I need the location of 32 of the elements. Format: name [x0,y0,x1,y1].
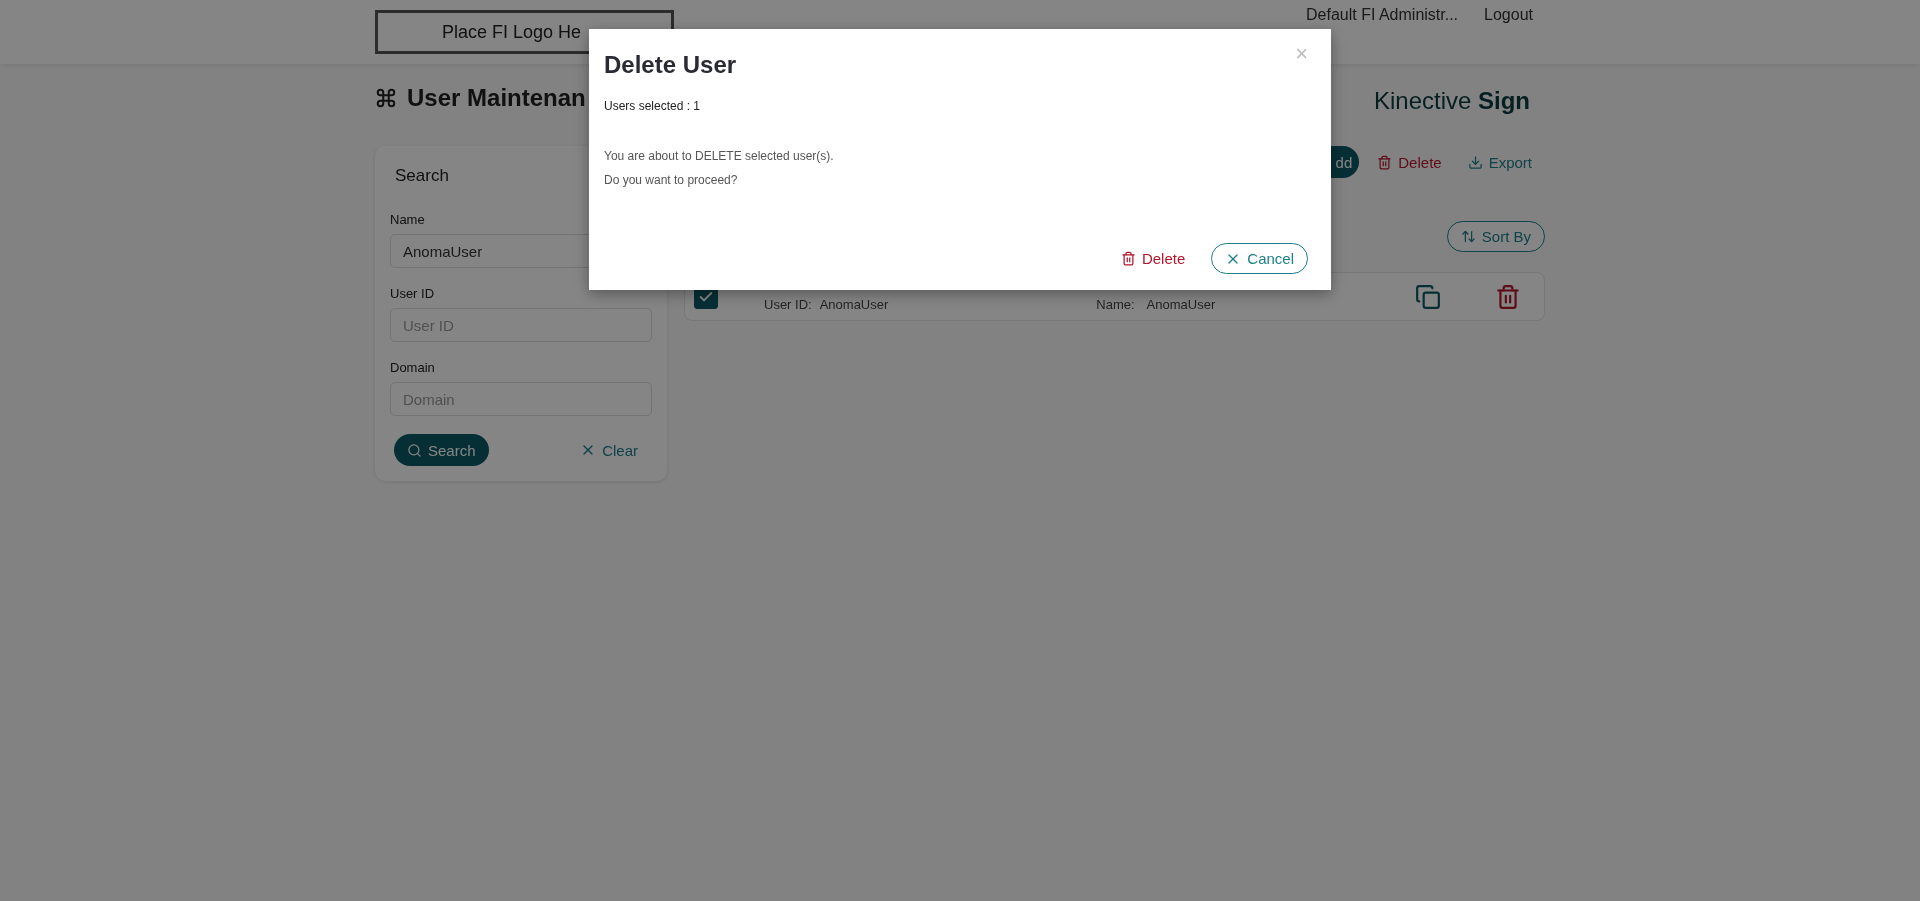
clear-button[interactable]: Clear [580,441,638,459]
panel-title: Search [395,166,449,186]
user-id-value: AnomaUser [819,297,889,312]
sort-icon [1460,229,1476,244]
name-value: AnomaUser [1146,297,1216,312]
sort-button[interactable]: Sort By [1446,221,1545,252]
field-label: Domain [390,360,436,375]
field-label: Name: [1096,297,1135,312]
cancel-button[interactable]: Cancel [1211,243,1308,274]
search-icon [407,442,422,458]
nav-link[interactable]: Default FI Administr... [1306,6,1459,24]
page-title: User Maintenan [407,84,586,112]
dialog-message: You are about to DELETE selected user(s). [604,149,835,163]
dialog-message: Do you want to proceed? [604,173,739,187]
download-icon [1467,154,1483,170]
dialog-title: Delete User [604,51,737,79]
selected-count: Users selected : 1 [604,99,702,113]
search-button[interactable]: Search [394,434,489,466]
field-label: Name [390,212,426,227]
trash-icon [1120,251,1136,266]
logo-text: Place FI Logo He [442,21,582,43]
field-label: User ID [390,286,436,301]
field-label: User ID: [764,297,812,312]
trash-icon[interactable] [1495,283,1522,310]
brand-logo: Kinective Sign [1373,87,1530,115]
trash-icon [1377,154,1393,170]
delete-button[interactable]: Delete [1377,153,1442,171]
command-icon [375,87,397,109]
delete-button[interactable]: Delete [1120,250,1186,267]
nav-link[interactable]: Logout [1484,6,1533,24]
copy-icon[interactable] [1415,283,1442,310]
export-button[interactable]: Export [1467,153,1532,171]
